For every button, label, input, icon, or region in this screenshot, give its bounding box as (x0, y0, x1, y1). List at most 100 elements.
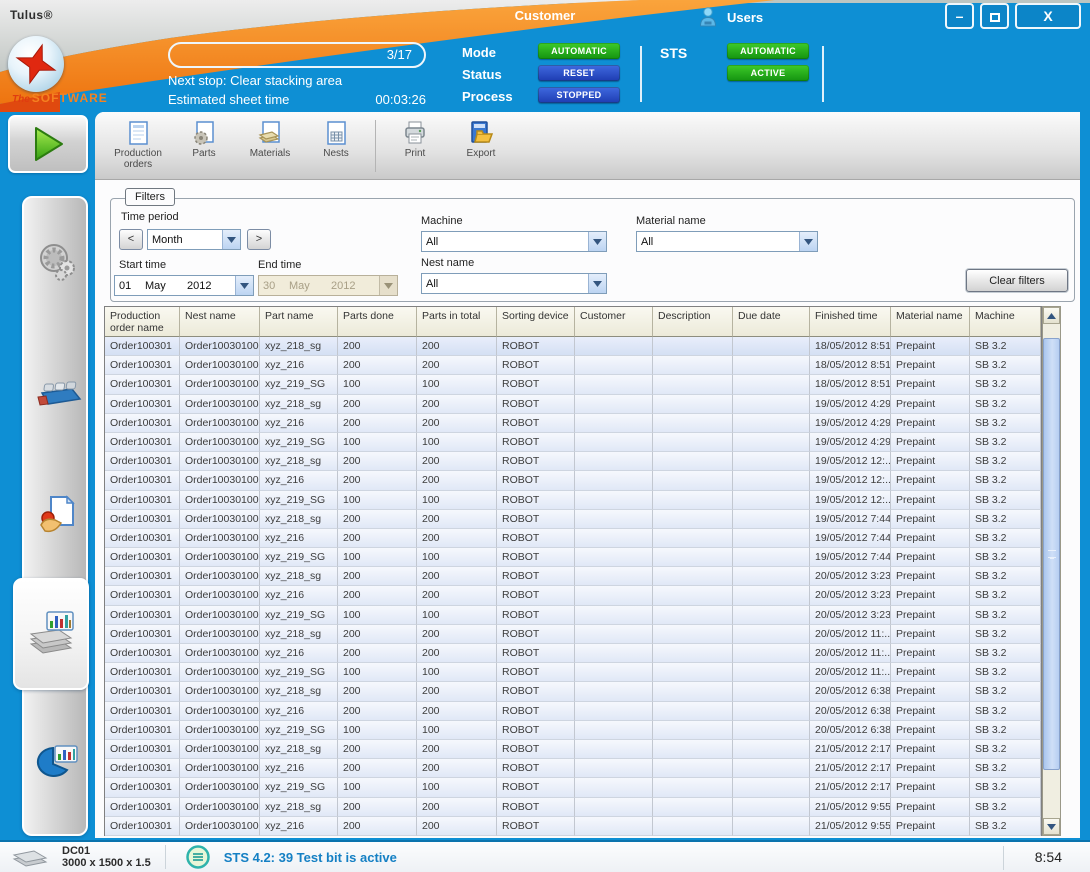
table-row[interactable]: Order100301Order100301001xyz_219_SG10010… (105, 433, 1041, 452)
users-button[interactable]: Users (697, 6, 763, 28)
scroll-down-button[interactable] (1043, 818, 1060, 835)
table-cell: 200 (338, 510, 417, 529)
table-row[interactable]: Order100301Order100301001xyz_219_SG10010… (105, 721, 1041, 740)
column-header[interactable]: Production order name (105, 307, 180, 337)
table-cell: 20/05/2012 3:23 (810, 586, 891, 605)
table-cell: SB 3.2 (970, 356, 1041, 375)
table-row[interactable]: Order100301Order100301001xyz_218_sg20020… (105, 337, 1041, 356)
table-row[interactable]: Order100301Order100301001xyz_218_sg20020… (105, 740, 1041, 759)
status-label: Status (462, 67, 502, 82)
start-machine-button[interactable] (8, 115, 88, 173)
column-header[interactable]: Sorting device (497, 307, 575, 337)
table-row[interactable]: Order100301Order100301001xyz_216200200RO… (105, 817, 1041, 836)
table-row[interactable]: Order100301Order100301001xyz_219_SG10010… (105, 606, 1041, 625)
table-row[interactable]: Order100301Order100301001xyz_216200200RO… (105, 356, 1041, 375)
table-cell (733, 567, 810, 586)
sidebar-item-statistics[interactable] (24, 728, 90, 798)
table-row[interactable]: Order100301Order100301001xyz_218_sg20020… (105, 682, 1041, 701)
table-cell: 200 (417, 356, 497, 375)
table-row[interactable]: Order100301Order100301001xyz_216200200RO… (105, 702, 1041, 721)
toolbar-materials-button[interactable]: Materials (237, 118, 303, 159)
table-cell: SB 3.2 (970, 452, 1041, 471)
close-button[interactable]: X (1015, 3, 1081, 29)
toolbar-export-button[interactable]: Export (448, 118, 514, 159)
sidebar-item-production-reports-selected[interactable] (13, 578, 89, 690)
status-message: STS 4.2: 39 Test bit is active (186, 845, 397, 869)
column-header[interactable]: Material name (891, 307, 970, 337)
material-name-select[interactable]: All (636, 231, 818, 252)
time-period-select[interactable]: Month (147, 229, 241, 250)
sheet-time-label: Estimated sheet time (168, 92, 289, 107)
table-row[interactable]: Order100301Order100301001xyz_218_sg20020… (105, 567, 1041, 586)
table-row[interactable]: Order100301Order100301001xyz_216200200RO… (105, 644, 1041, 663)
table-row[interactable]: Order100301Order100301001xyz_219_SG10010… (105, 375, 1041, 394)
table-cell: Prepaint (891, 817, 970, 836)
table-cell: 21/05/2012 2:17 (810, 778, 891, 797)
end-time-label: End time (258, 259, 301, 271)
nest-name-select[interactable]: All (421, 273, 607, 294)
table-cell: xyz_216 (260, 356, 338, 375)
column-header[interactable]: Due date (733, 307, 810, 337)
table-cell: SB 3.2 (970, 395, 1041, 414)
table-cell (733, 414, 810, 433)
table-cell: 21/05/2012 2:17 (810, 740, 891, 759)
column-header[interactable]: Nest name (180, 307, 260, 337)
scrollbar-thumb[interactable] (1043, 338, 1060, 770)
table-row[interactable]: Order100301Order100301001xyz_216200200RO… (105, 759, 1041, 778)
table-row[interactable]: Order100301Order100301001xyz_218_sg20020… (105, 395, 1041, 414)
column-header[interactable]: Parts done (338, 307, 417, 337)
machine-select[interactable]: All (421, 231, 607, 252)
table-row[interactable]: Order100301Order100301001xyz_219_SG10010… (105, 778, 1041, 797)
column-header[interactable]: Customer (575, 307, 653, 337)
sidebar-item-manual-report[interactable] (24, 480, 90, 550)
table-cell: 20/05/2012 6:38 (810, 721, 891, 740)
table-cell (575, 625, 653, 644)
table-cell: SB 3.2 (970, 625, 1041, 644)
table-row[interactable]: Order100301Order100301001xyz_218_sg20020… (105, 798, 1041, 817)
table-cell: 200 (417, 702, 497, 721)
table-row[interactable]: Order100301Order100301001xyz_218_sg20020… (105, 452, 1041, 471)
toolbar-print-button[interactable]: Print (382, 118, 448, 159)
table-cell: 100 (338, 778, 417, 797)
scroll-up-button[interactable] (1043, 307, 1060, 324)
column-header[interactable]: Part name (260, 307, 338, 337)
table-cell: 200 (417, 644, 497, 663)
toolbar-production-orders-button[interactable]: Production orders (105, 118, 171, 170)
toolbar-nests-button[interactable]: Nests (303, 118, 369, 159)
minimize-button[interactable]: – (945, 3, 974, 29)
column-header[interactable]: Finished time (810, 307, 891, 337)
table-row[interactable]: Order100301Order100301001xyz_216200200RO… (105, 471, 1041, 490)
table-cell: Prepaint (891, 721, 970, 740)
previous-period-button[interactable]: < (119, 229, 143, 250)
next-period-button[interactable]: > (247, 229, 271, 250)
toolbar-button-label: Print (405, 148, 426, 159)
table-row[interactable]: Order100301Order100301001xyz_219_SG10010… (105, 663, 1041, 682)
table-row[interactable]: Order100301Order100301001xyz_218_sg20020… (105, 625, 1041, 644)
column-header[interactable]: Description (653, 307, 733, 337)
sheet-time-value: 00:03:26 (360, 92, 426, 107)
logo-subtitle: TheSOFTWARE (12, 91, 108, 105)
clear-filters-button[interactable]: Clear filters (966, 269, 1068, 292)
table-cell: 200 (338, 682, 417, 701)
sidebar-item-tool-setup[interactable] (24, 226, 90, 296)
table-row[interactable]: Order100301Order100301001xyz_216200200RO… (105, 586, 1041, 605)
table-row[interactable]: Order100301Order100301001xyz_218_sg20020… (105, 510, 1041, 529)
table-cell: 20/05/2012 3:23 (810, 567, 891, 586)
toolbar-parts-button[interactable]: Parts (171, 118, 237, 159)
table-cell (575, 337, 653, 356)
table-scrollbar[interactable] (1042, 306, 1061, 836)
table-row[interactable]: Order100301Order100301001xyz_219_SG10010… (105, 491, 1041, 510)
table-cell (733, 778, 810, 797)
table-row[interactable]: Order100301Order100301001xyz_216200200RO… (105, 414, 1041, 433)
table-cell (653, 395, 733, 414)
end-day: 30 (263, 280, 289, 292)
start-time-select[interactable]: 01 May 2012 (114, 275, 254, 296)
column-header[interactable]: Parts in total (417, 307, 497, 337)
table-row[interactable]: Order100301Order100301001xyz_219_SG10010… (105, 548, 1041, 567)
pie-chart-icon (33, 742, 81, 784)
table-cell: 19/05/2012 4:29 (810, 433, 891, 452)
table-row[interactable]: Order100301Order100301001xyz_216200200RO… (105, 529, 1041, 548)
sidebar-item-machine-table[interactable] (24, 358, 90, 428)
maximize-button[interactable] (980, 3, 1009, 29)
column-header[interactable]: Machine (970, 307, 1041, 337)
